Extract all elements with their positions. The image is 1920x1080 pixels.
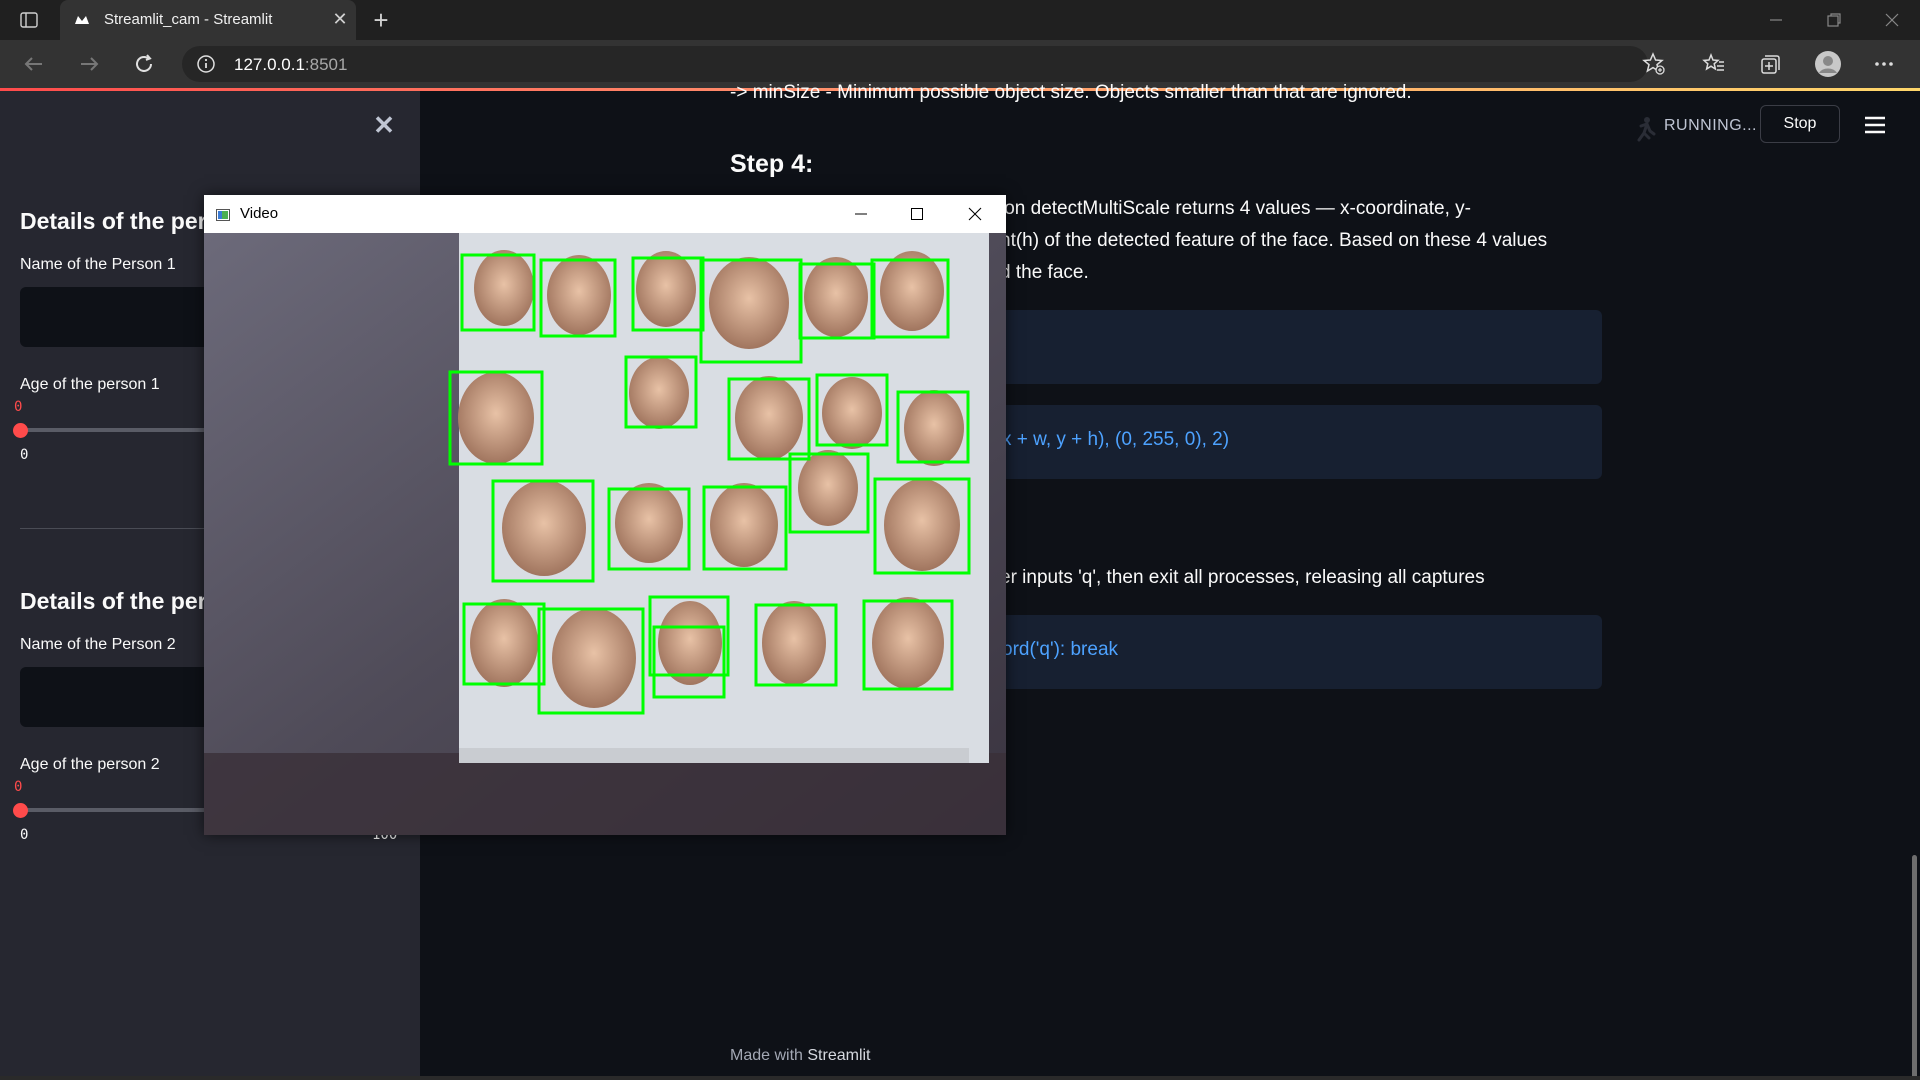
running-icon (1630, 114, 1660, 144)
profile-avatar-icon[interactable] (1814, 50, 1842, 78)
site-info-icon[interactable] (196, 54, 216, 74)
code-text-2: x + w, y + h), (0, 255, 0), 2) (1002, 429, 1230, 450)
video-window-titlebar[interactable]: Video (204, 195, 1006, 233)
url-text: 127.0.0.1:8501 (234, 55, 348, 74)
para-line-2: nt(h) of the detected feature of the fac… (1000, 230, 1548, 251)
video-close-icon[interactable] (948, 195, 1004, 233)
footer-made-with: Made with Streamlit (730, 1047, 871, 1064)
add-favorite-icon[interactable] (1640, 50, 1668, 78)
minimize-window-icon[interactable] (1748, 4, 1804, 36)
name1-label: Name of the Person 1 (20, 256, 176, 273)
browser-address-bar: 127.0.0.1:8501 (0, 40, 1920, 88)
camera-frame (204, 233, 1006, 835)
url-field[interactable]: 127.0.0.1:8501 (182, 46, 1648, 82)
section2-heading: Details of the pers (20, 588, 220, 614)
age1-slider-thumb[interactable] (13, 423, 28, 438)
age1-min: 0 (20, 447, 29, 463)
age1-label: Age of the person 1 (20, 376, 160, 393)
para-line-1: ion detectMultiScale returns 4 values — … (1000, 198, 1471, 219)
step-heading: Step 4: (730, 150, 814, 178)
video-minimize-icon[interactable] (834, 195, 890, 233)
refresh-icon[interactable] (130, 50, 158, 78)
more-options-icon[interactable] (1870, 50, 1898, 78)
forward-icon[interactable] (75, 50, 103, 78)
favorites-icon[interactable] (1700, 50, 1728, 78)
back-icon[interactable] (20, 50, 48, 78)
taskbar-edge (0, 1076, 1920, 1080)
name2-label: Name of the Person 2 (20, 636, 176, 653)
age2-label: Age of the person 2 (20, 756, 160, 773)
tab-actions-icon[interactable] (20, 11, 38, 29)
age1-value: 0 (14, 399, 23, 415)
streamlit-favicon-icon (74, 12, 90, 28)
sidebar-close-icon[interactable]: ✕ (372, 112, 396, 138)
age2-slider-thumb[interactable] (13, 803, 28, 818)
main-menu-icon[interactable] (1862, 113, 1888, 137)
quit-paragraph: er inputs 'q', then exit all processes, … (1000, 567, 1485, 588)
video-window-title: Video (240, 205, 279, 222)
new-tab-icon[interactable]: + (368, 6, 394, 34)
minsize-text: -> minSize - Minimum possible object siz… (730, 82, 1412, 103)
video-window[interactable]: Video (204, 195, 1006, 835)
para-line-3: d the face. (1000, 262, 1089, 283)
stop-button[interactable]: Stop (1760, 105, 1840, 143)
tab-close-icon[interactable]: ✕ (330, 9, 350, 29)
collections-icon[interactable] (1756, 50, 1784, 78)
streamlit-link[interactable]: Streamlit (807, 1047, 870, 1064)
browser-tab[interactable]: Streamlit_cam - Streamlit ✕ (60, 0, 356, 40)
running-status: RUNNING... (1664, 117, 1757, 134)
code-text-3: ord('q'): break (1002, 639, 1119, 660)
close-window-icon[interactable] (1864, 4, 1920, 36)
tab-title: Streamlit_cam - Streamlit (104, 11, 273, 28)
restore-window-icon[interactable] (1806, 4, 1862, 36)
age2-min: 0 (20, 827, 29, 843)
section1-heading: Details of the pers (20, 208, 220, 234)
video-maximize-icon[interactable] (890, 195, 946, 233)
browser-tab-bar: Streamlit_cam - Streamlit ✕ + (0, 0, 1920, 40)
main-scrollbar[interactable] (1912, 855, 1917, 1080)
age2-value: 0 (14, 779, 23, 795)
video-app-icon (216, 208, 230, 222)
